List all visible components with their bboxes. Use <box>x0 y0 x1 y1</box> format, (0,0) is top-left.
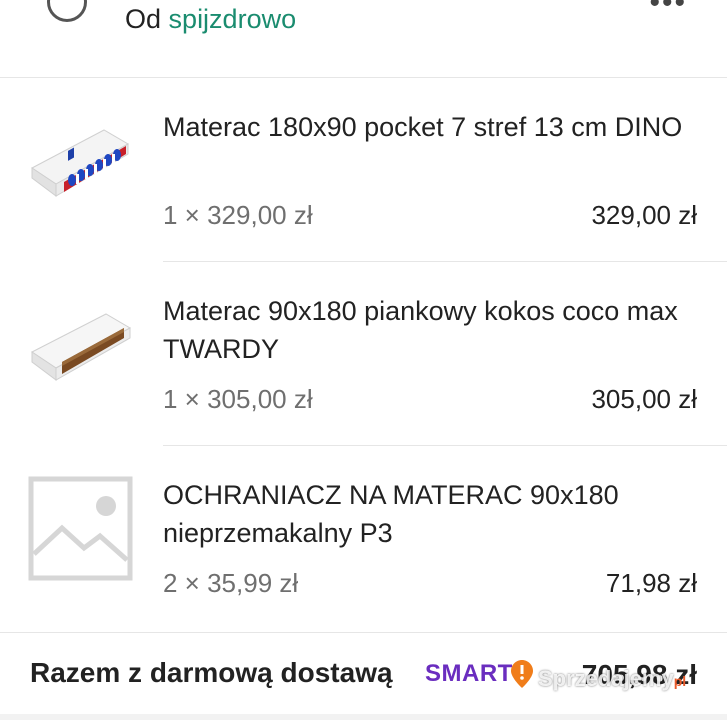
seller-header: Od spijzdrowo ••• <box>0 0 727 78</box>
watermark: Sprzedajemypl <box>538 666 687 691</box>
seller-prefix: Od <box>125 4 162 34</box>
item-quantity: 1 × 305,00 zł <box>163 384 313 414</box>
item-price: 71,98 zł <box>605 568 697 598</box>
mattress-pocket-image <box>31 129 130 197</box>
item-title[interactable]: Materac 180x90 pocket 7 stref 13 cm DINO <box>163 108 703 146</box>
more-horizontal-icon[interactable]: ••• <box>649 0 687 20</box>
cart-item[interactable]: OCHRANIACZ NA MATERAC 90x180 nieprzemaka… <box>0 446 727 632</box>
item-quantity: 2 × 35,99 zł <box>163 568 299 598</box>
cart-item[interactable]: Materac 180x90 pocket 7 stref 13 cm DINO… <box>0 78 727 262</box>
item-quantity: 1 × 329,00 zł <box>163 200 313 230</box>
cart-item[interactable]: Materac 90x180 piankowy kokos coco max T… <box>0 262 727 446</box>
select-seller-radio[interactable] <box>47 0 87 22</box>
bottom-bar <box>0 714 727 720</box>
item-title[interactable]: OCHRANIACZ NA MATERAC 90x180 nieprzemaka… <box>163 476 703 552</box>
smart-label: SMART <box>425 660 513 687</box>
item-price: 305,00 zł <box>591 384 697 414</box>
smart-badge-icon <box>511 660 533 688</box>
seller-line: Od spijzdrowo <box>125 4 296 35</box>
item-title[interactable]: Materac 90x180 piankowy kokos coco max T… <box>163 292 703 368</box>
cart-summary: Od spijzdrowo ••• Materac 180x90 pocket … <box>0 0 727 720</box>
mattress-coconut-image <box>31 313 132 381</box>
item-price: 329,00 zł <box>591 200 697 230</box>
seller-link[interactable]: spijzdrowo <box>169 4 297 34</box>
placeholder-image <box>28 476 133 581</box>
total-label: Razem z darmową dostawą <box>30 657 393 688</box>
